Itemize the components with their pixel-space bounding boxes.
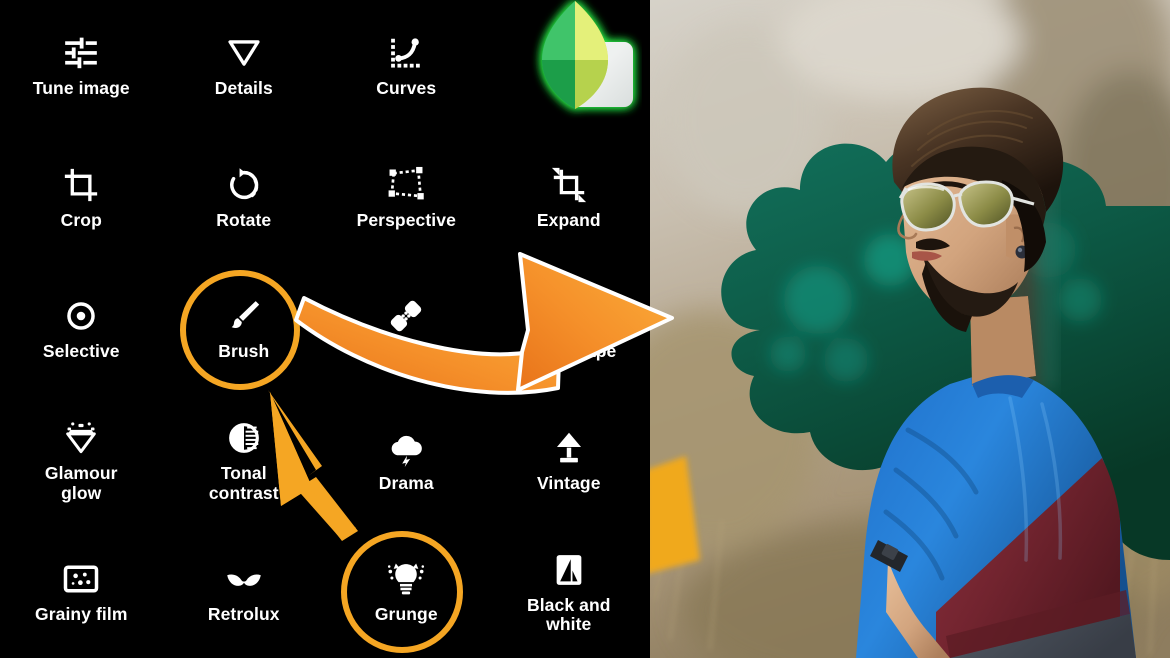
tool-tonal-contrast[interactable]: Tonal contrast [163,395,326,527]
tool-vintage[interactable]: Vintage [488,395,651,527]
tool-hdr-scape[interactable]: HDR Scape [488,263,651,395]
grainy-film-icon [61,559,101,599]
hdr-scape-icon [549,296,589,336]
tool-label: Rotate [216,209,272,230]
tool-label: Expand [536,209,601,230]
curves-icon [386,33,426,73]
tool-rotate[interactable]: Rotate [163,132,326,264]
tool-label: Crop [60,209,102,230]
tool-details[interactable]: Details [163,0,326,132]
grunge-icon [386,559,426,599]
tool-grunge[interactable]: Grunge [325,526,488,658]
tool-label: Grunge [374,604,438,625]
black-and-white-icon [549,550,589,590]
tool-crop[interactable]: Crop [0,132,163,264]
tool-tune-image[interactable]: Tune image [0,0,163,132]
glamour-glow-icon [61,418,101,458]
tool-label: Perspective [356,209,456,230]
tool-label: Vintage [536,472,601,493]
tool-black-and-white[interactable]: Black and white [488,526,651,658]
tonal-contrast-icon [224,418,264,458]
tool-expand[interactable]: Expand [488,132,651,264]
tool-label: Grainy film [34,604,128,625]
retrolux-icon [224,559,264,599]
tool-glamour-glow[interactable]: Glamour glow [0,395,163,527]
tool-label: HDR Scape [521,341,617,362]
snapseed-tutorial-screenshot: Tune image Details Curves Crop Rotate Pe… [0,0,1170,658]
perspective-icon [386,165,426,205]
edited-portrait-preview [650,0,1170,658]
tool-curves[interactable]: Curves [325,0,488,132]
tool-grainy-film[interactable]: Grainy film [0,526,163,658]
tool-label: Tune image [32,78,130,98]
tool-label: Tonal contrast [208,463,279,503]
tool-label: Black and white [526,594,611,635]
tool-perspective[interactable]: Perspective [325,132,488,264]
tool-label: Drama [378,472,434,493]
vintage-icon [549,428,589,468]
tool-drama[interactable]: Drama [325,395,488,527]
tool-slot-hidden-by-logo [488,0,651,132]
details-icon [224,33,264,73]
tool-retrolux[interactable]: Retrolux [163,526,326,658]
tools-grid: Tune image Details Curves Crop Rotate Pe… [0,0,650,658]
crop-icon [61,165,101,205]
tool-label: Retrolux [207,604,280,625]
tool-label: Healing [374,341,439,362]
tool-brush[interactable]: Brush [163,263,326,395]
rotate-icon [224,165,264,205]
expand-icon [549,165,589,205]
tool-label: Curves [376,78,437,98]
snapseed-tools-panel: Tune image Details Curves Crop Rotate Pe… [0,0,650,658]
tool-label: Selective [42,341,120,362]
tool-label: Glamour glow [44,463,118,503]
tune-image-icon [61,33,101,73]
healing-icon [386,296,426,336]
selective-icon [61,296,101,336]
tool-label: Brush [218,341,270,362]
tool-selective[interactable]: Selective [0,263,163,395]
tool-healing[interactable]: Healing [325,263,488,395]
tool-label: Details [214,78,273,98]
brush-icon [224,296,264,336]
drama-icon [386,428,426,468]
